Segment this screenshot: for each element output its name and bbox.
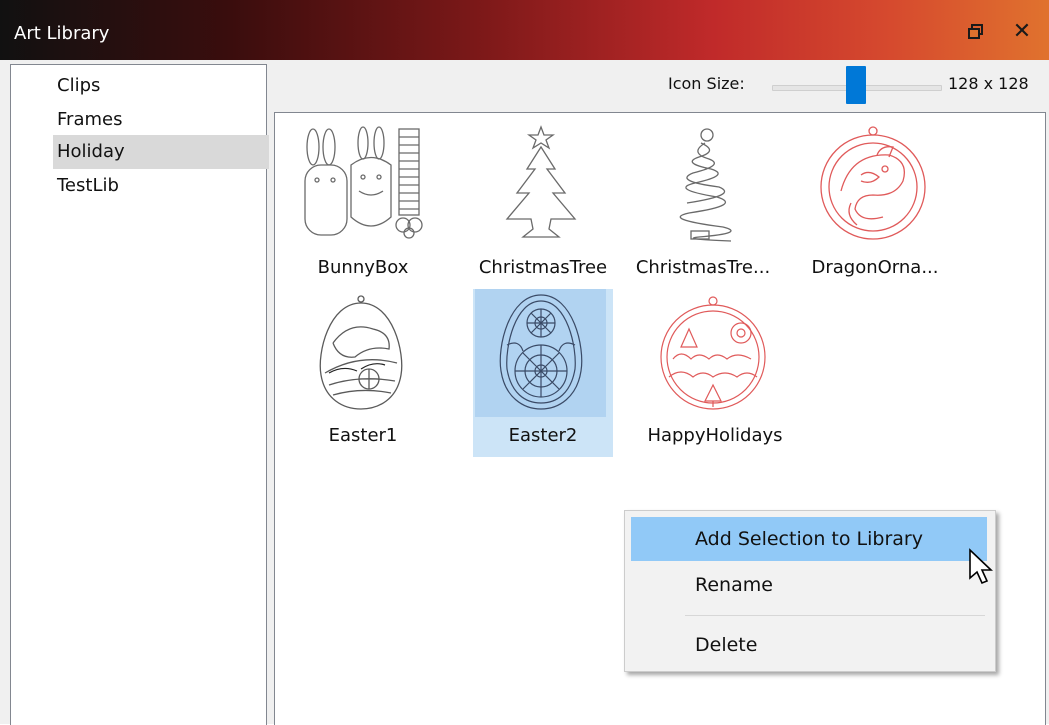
menu-item-add-selection[interactable]: Add Selection to Library [631,517,987,561]
menu-item-delete[interactable]: Delete [631,623,987,667]
library-item-dragonornament[interactable]: DragonOrna... [805,121,945,289]
dragon-ornament-icon [820,126,926,240]
library-item-christmastree-spiral[interactable]: ChristmasTre... [633,121,773,289]
tree-item-frames[interactable]: Frames [53,103,269,137]
icon-size-value: 128 x 128 [948,74,1029,93]
item-label: ChristmasTree [478,257,608,278]
item-label: Easter1 [328,425,398,446]
library-item-easter2[interactable]: Easter2 [473,289,613,457]
happy-holidays-ornament-icon [660,296,766,410]
context-menu: Add Selection to Library Rename Delete [624,510,996,672]
restore-icon[interactable] [966,22,988,44]
library-item-easter1[interactable]: Easter1 [293,289,433,457]
menu-separator [685,615,985,616]
tree-item-clips[interactable]: Clips [53,69,269,103]
library-item-christmastree[interactable]: ChristmasTree [473,121,613,289]
item-label: ChristmasTre... [635,257,771,278]
icon-size-slider-thumb[interactable] [846,66,866,104]
category-tree[interactable]: Clips Frames Holiday TestLib [10,64,269,725]
title-bar: Art Library ✕ [0,0,1049,60]
item-label: BunnyBox [317,257,409,278]
bunny-box-icon [304,126,423,239]
spiral-christmas-tree-icon [679,128,732,242]
icon-size-label: Icon Size: [668,74,745,93]
tree-item-testlib[interactable]: TestLib [53,169,269,203]
item-label: Easter2 [508,425,578,446]
library-item-bunnybox[interactable]: BunnyBox [293,121,433,289]
close-icon[interactable]: ✕ [1010,19,1034,44]
christmas-tree-icon [505,125,577,238]
menu-item-rename[interactable]: Rename [631,563,987,607]
item-label: HappyHolidays [647,425,783,446]
tree-item-holiday[interactable]: Holiday [53,135,269,169]
item-label: DragonOrna... [811,257,939,278]
easter-egg-mandala-icon [499,294,583,410]
mouse-pointer-icon [969,548,993,585]
easter-egg-bunny-icon [319,295,403,410]
library-item-happyholidays[interactable]: HappyHolidays [645,289,785,457]
window-title: Art Library [14,23,110,44]
